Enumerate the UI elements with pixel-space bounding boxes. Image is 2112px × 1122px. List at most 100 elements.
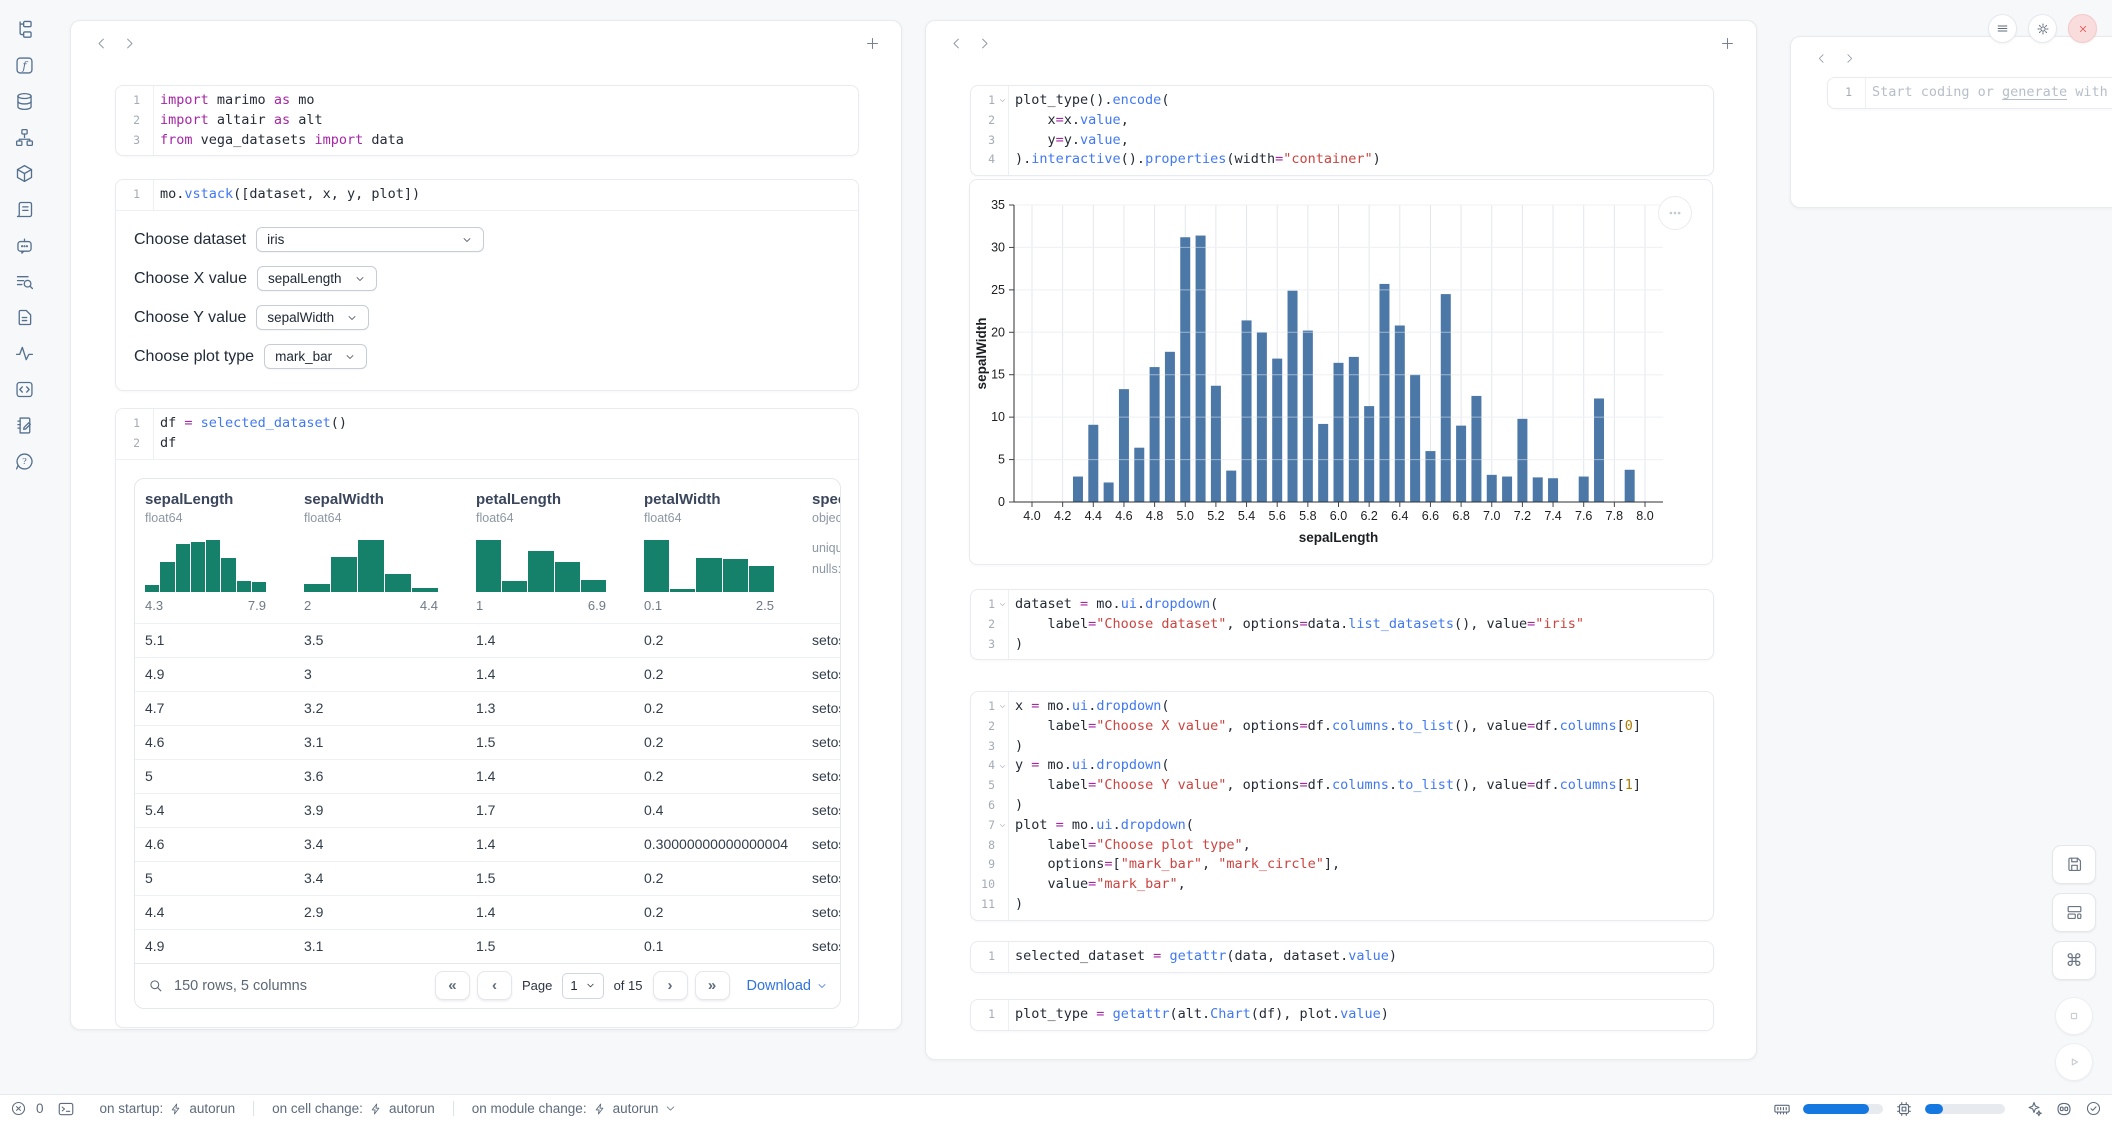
on-module-change-setting[interactable]: on module change: autorun (472, 1101, 678, 1116)
code-line[interactable]: 2 label="Choose dataset", options=data.l… (971, 615, 1713, 635)
connection-status-icon[interactable] (2085, 1100, 2102, 1117)
fold-toggle-icon[interactable] (996, 702, 1008, 711)
bar[interactable] (1318, 424, 1328, 502)
bar[interactable] (1303, 331, 1313, 502)
code-line[interactable]: 1plot_type().encode( (971, 91, 1713, 111)
fold-toggle-icon[interactable] (996, 96, 1008, 105)
bar[interactable] (1395, 325, 1405, 502)
column-nav-right-icon[interactable] (115, 29, 143, 57)
table-row[interactable]: 4.93.11.50.1setosa (135, 929, 840, 963)
bar[interactable] (1487, 475, 1497, 502)
bar[interactable] (1548, 478, 1558, 502)
code-cell-xy-plot-dropdowns[interactable]: 1x = mo.ui.dropdown(2 label="Choose X va… (970, 691, 1714, 921)
choose-x-value-select[interactable]: sepalLength (257, 266, 377, 291)
code-line[interactable]: 7plot = mo.ui.dropdown( (971, 816, 1713, 836)
bar[interactable] (1456, 426, 1466, 502)
table-row[interactable]: 53.41.50.2setosa (135, 861, 840, 895)
bar[interactable] (1410, 375, 1420, 502)
code-cell-vstack[interactable]: 1mo.vstack([dataset, x, y, plot]) Choose… (115, 179, 859, 391)
bar[interactable] (1594, 398, 1604, 502)
bar[interactable] (1088, 425, 1098, 502)
column-nav-left-icon[interactable] (87, 29, 115, 57)
code-line[interactable]: 3 y=y.value, (971, 131, 1713, 151)
table-row[interactable]: 4.73.21.30.2setosa (135, 691, 840, 725)
empty-code-cell[interactable]: 1 Start coding or generate with (1827, 77, 2112, 109)
gear-icon[interactable] (2028, 14, 2057, 43)
column-nav-left-icon[interactable] (942, 29, 970, 57)
chat-icon[interactable] (11, 232, 37, 258)
on-startup-setting[interactable]: on startup: autorun (100, 1101, 236, 1116)
code-line[interactable]: 9 options=["mark_bar", "mark_circle"], (971, 855, 1713, 875)
generate-link[interactable]: generate (2002, 84, 2067, 100)
choose-dataset-select[interactable]: iris (256, 227, 484, 252)
add-cell-button[interactable] (859, 30, 885, 56)
command-palette-button[interactable]: ⌘ (2052, 941, 2096, 980)
code-cell-dataframe[interactable]: 1df = selected_dataset()2df sepalLengthf… (115, 408, 859, 1028)
table-row[interactable]: 5.43.91.70.4setosa (135, 793, 840, 827)
database-icon[interactable] (11, 88, 37, 114)
column-header-sepalWidth[interactable]: sepalWidthfloat6424.4 (294, 479, 466, 623)
search-icon[interactable] (147, 977, 164, 994)
code-line[interactable]: 1import marimo as mo (116, 91, 858, 111)
code-line[interactable]: 6) (971, 796, 1713, 816)
bar[interactable] (1119, 389, 1129, 502)
ai-sparkles-icon[interactable] (2025, 1100, 2043, 1118)
bar[interactable] (1579, 477, 1589, 502)
code-line[interactable]: 3) (971, 635, 1713, 655)
layout-button[interactable] (2052, 893, 2096, 932)
next-page-button[interactable]: › (653, 971, 688, 1000)
code-line[interactable]: 10 value="mark_bar", (971, 875, 1713, 895)
column-header-sepalLength[interactable]: sepalLengthfloat644.37.9 (135, 479, 294, 623)
bar[interactable] (1364, 406, 1374, 502)
logs-search-icon[interactable] (11, 268, 37, 294)
fold-toggle-icon[interactable] (996, 821, 1008, 830)
copilot-icon[interactable] (2055, 1100, 2073, 1118)
chart-options-button[interactable] (1658, 196, 1692, 230)
bar[interactable] (1272, 359, 1282, 502)
code-line[interactable]: 1mo.vstack([dataset, x, y, plot]) (116, 185, 858, 205)
code-line[interactable]: 2 label="Choose X value", options=df.col… (971, 717, 1713, 737)
bar[interactable] (1242, 320, 1252, 502)
bar[interactable] (1533, 477, 1543, 502)
dependency-graph-icon[interactable] (11, 124, 37, 150)
code-line[interactable]: 2df (116, 434, 858, 454)
choose-plot-type-select[interactable]: mark_bar (264, 344, 367, 369)
bar[interactable] (1517, 419, 1527, 502)
add-cell-button[interactable] (1714, 30, 1740, 56)
column-histogram[interactable] (304, 538, 438, 592)
bar[interactable] (1150, 367, 1160, 502)
save-button[interactable] (2052, 845, 2096, 884)
column-nav-right-icon[interactable] (1835, 44, 1863, 72)
code-line[interactable]: 1df = selected_dataset() (116, 414, 858, 434)
bar[interactable] (1441, 294, 1451, 502)
code-line[interactable]: 1dataset = mo.ui.dropdown( (971, 595, 1713, 615)
column-histogram[interactable] (644, 538, 774, 592)
code-cell-dataset-dropdown[interactable]: 1dataset = mo.ui.dropdown(2 label="Choos… (970, 589, 1714, 660)
fold-toggle-icon[interactable] (996, 762, 1008, 771)
bar[interactable] (1104, 482, 1114, 502)
code-cell-selected-dataset[interactable]: 1selected_dataset = getattr(data, datase… (970, 941, 1714, 973)
bar[interactable] (1288, 291, 1298, 502)
functions-icon[interactable]: f (11, 52, 37, 78)
page-select[interactable]: 1 (562, 973, 603, 999)
run-button[interactable] (2055, 1043, 2093, 1081)
code-line[interactable]: 1selected_dataset = getattr(data, datase… (971, 947, 1713, 967)
on-cell-change-setting[interactable]: on cell change: autorun (272, 1101, 435, 1116)
column-histogram[interactable] (145, 538, 266, 592)
terminal-icon[interactable] (57, 1100, 75, 1118)
column-header-petalLength[interactable]: petalLengthfloat6416.9 (466, 479, 634, 623)
code-line[interactable]: 5 label="Choose Y value", options=df.col… (971, 776, 1713, 796)
code-line[interactable]: 1x = mo.ui.dropdown( (971, 697, 1713, 717)
packages-icon[interactable] (11, 160, 37, 186)
bar[interactable] (1502, 477, 1512, 502)
fold-toggle-icon[interactable] (996, 600, 1008, 609)
scroll-icon[interactable] (11, 196, 37, 222)
column-header-petalWidth[interactable]: petalWidthfloat640.12.5 (634, 479, 802, 623)
table-row[interactable]: 5.13.51.40.2setosa (135, 623, 840, 657)
bar[interactable] (1196, 236, 1206, 502)
errors-indicator-icon[interactable] (10, 1100, 27, 1117)
column-header-species[interactable]: speciesobjectuniquenulls: (802, 479, 840, 623)
bar[interactable] (1134, 448, 1144, 502)
first-page-button[interactable]: « (435, 971, 470, 1000)
code-line[interactable]: 2import altair as alt (116, 111, 858, 131)
